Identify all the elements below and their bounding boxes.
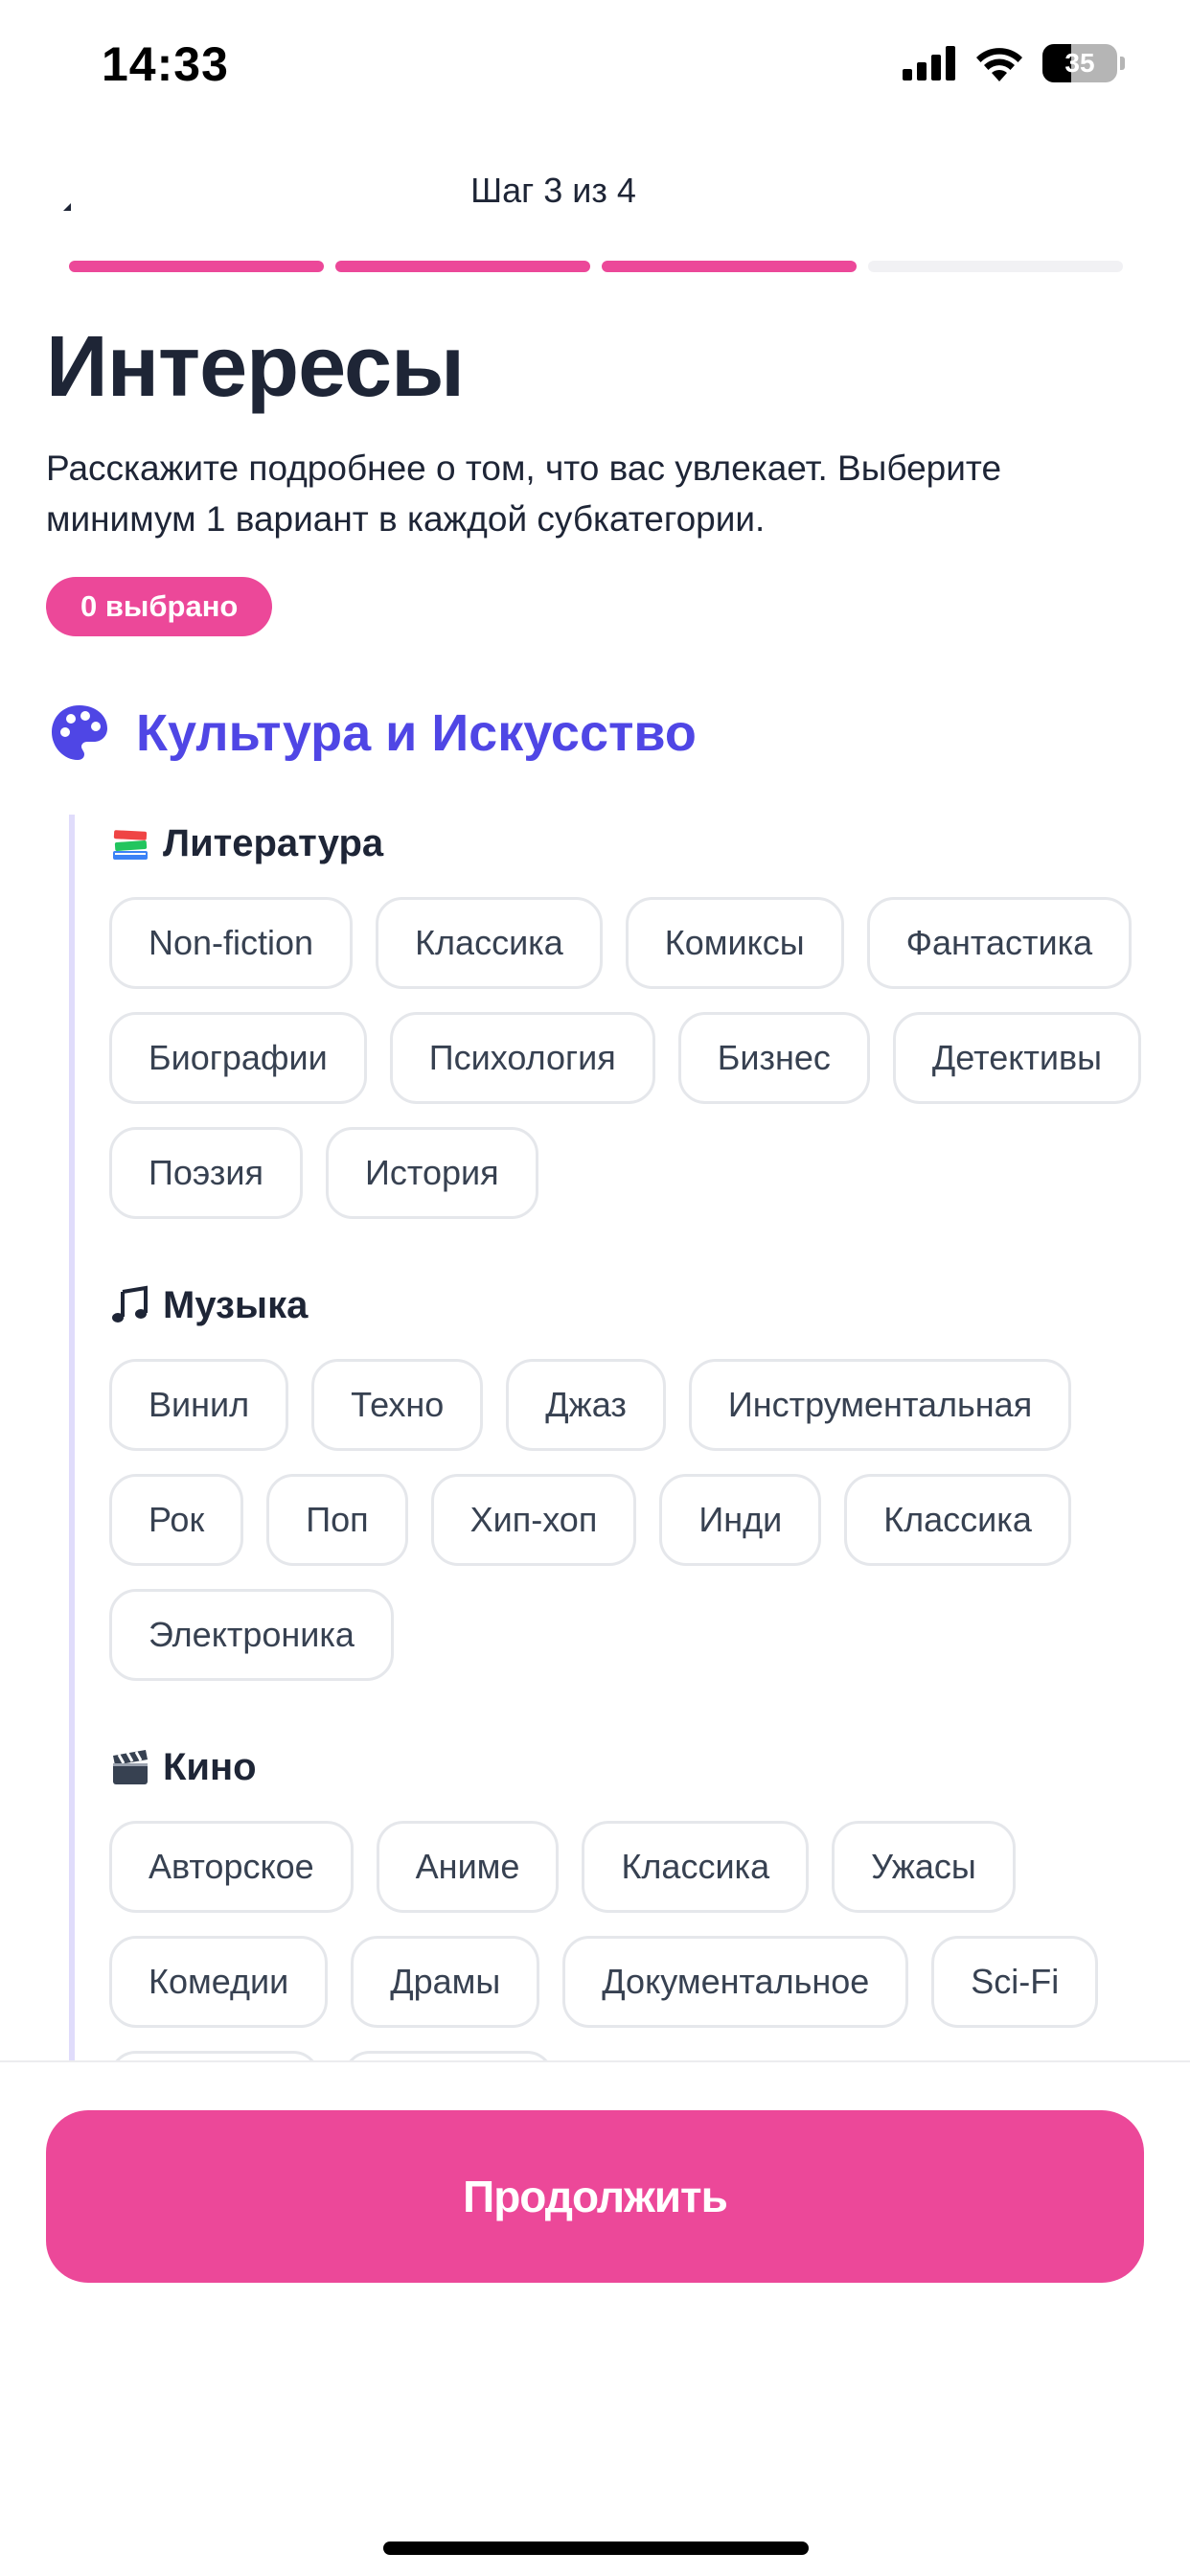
palette-icon (52, 705, 107, 760)
subcategory-title: Кино (163, 1745, 257, 1788)
chip-anime[interactable]: Аниме (376, 1821, 560, 1913)
status-bar: 14:33 35 (0, 0, 1190, 129)
chip-jazz[interactable]: Джаз (506, 1359, 666, 1451)
subcategory-title: Литература (163, 821, 384, 864)
chip-fantasy[interactable]: Фантастика (866, 897, 1133, 989)
chip-techno[interactable]: Техно (311, 1359, 484, 1451)
page-title: Интересы (46, 319, 465, 415)
chip-business[interactable]: Бизнес (677, 1012, 870, 1104)
subcategory-title: Музыка (163, 1283, 309, 1326)
step-indicator: Шаг 3 из 4 (470, 171, 636, 210)
chip-partial[interactable] (343, 2051, 554, 2060)
chip-comedies[interactable]: Комедии (109, 1936, 329, 2028)
progress-bar (69, 261, 1123, 272)
page-description: Расскажите подробнее о том, что вас увле… (46, 448, 1002, 539)
home-indicator[interactable] (383, 2542, 809, 2555)
battery-icon: 35 (1042, 44, 1125, 82)
books-icon (113, 830, 148, 860)
chip-poetry[interactable]: Поэзия (109, 1127, 303, 1219)
chip-classical[interactable]: Классика (844, 1474, 1071, 1566)
progress-segment-3 (602, 261, 857, 272)
category-title: Культура и Искусство (136, 704, 697, 762)
chip-partial[interactable] (109, 2051, 320, 2060)
chip-classic-films[interactable]: Классика (582, 1821, 810, 1913)
chip-electronic[interactable]: Электроника (109, 1589, 394, 1681)
chip-sci-fi[interactable]: Sci-Fi (931, 1936, 1099, 2028)
chip-instrumental[interactable]: Инструментальная (688, 1359, 1072, 1451)
chip-pop[interactable]: Поп (266, 1474, 408, 1566)
music-note-icon (112, 1285, 148, 1322)
chip-psychology[interactable]: Психология (389, 1012, 655, 1104)
footer: Продолжить (0, 2060, 1190, 2576)
battery-level: 35 (1064, 48, 1095, 78)
chip-documentary[interactable]: Документальное (562, 1936, 909, 2028)
chip-non-fiction[interactable]: Non-fiction (109, 897, 354, 989)
chip-group: Винил Техно Джаз Инструментальная Рок По… (109, 1359, 1171, 1681)
chip-biographies[interactable]: Биографии (109, 1012, 367, 1104)
subcategory-literature: Литература Non-fiction Классика Комиксы … (109, 815, 1171, 1219)
chip-vinyl[interactable]: Винил (109, 1359, 289, 1451)
chip-indie[interactable]: Инди (659, 1474, 822, 1566)
chip-history[interactable]: История (325, 1127, 538, 1219)
status-time: 14:33 (102, 37, 229, 91)
chip-comics[interactable]: Комиксы (625, 897, 844, 989)
progress-segment-2 (335, 261, 590, 272)
clapperboard-icon (113, 1750, 148, 1784)
selected-count-badge: 0 выбрано (46, 577, 273, 636)
subcategory-list[interactable]: Литература Non-fiction Классика Комиксы … (69, 815, 1171, 2060)
cellular-signal-icon (903, 46, 955, 80)
continue-button[interactable]: Продолжить (46, 2110, 1144, 2283)
chip-detectives[interactable]: Детективы (892, 1012, 1141, 1104)
category-header: Культура и Искусство (46, 700, 697, 767)
chip-group: Авторское Аниме Классика Ужасы Комедии Д… (109, 1821, 1171, 2060)
chip-dramas[interactable]: Драмы (351, 1936, 540, 2028)
chip-horror[interactable]: Ужасы (832, 1821, 1016, 1913)
chip-arthouse[interactable]: Авторское (109, 1821, 354, 1913)
status-icons: 35 (903, 42, 1125, 84)
progress-segment-1 (69, 261, 324, 272)
chip-rock[interactable]: Рок (109, 1474, 244, 1566)
screen: 14:33 35 Шаг 3 из 4 Интересы Расскажите … (0, 0, 1190, 2576)
progress-segment-4 (868, 261, 1123, 272)
chip-hip-hop[interactable]: Хип-хоп (430, 1474, 637, 1566)
wifi-icon (976, 48, 1022, 81)
chip-classics[interactable]: Классика (376, 897, 603, 989)
subcategory-music: Музыка Винил Техно Джаз Инструментальная… (109, 1276, 1171, 1681)
chip-group: Non-fiction Классика Комиксы Фантастика … (109, 897, 1171, 1219)
subcategory-cinema: Кино Авторское Аниме Классика Ужасы Коме… (109, 1738, 1171, 2060)
